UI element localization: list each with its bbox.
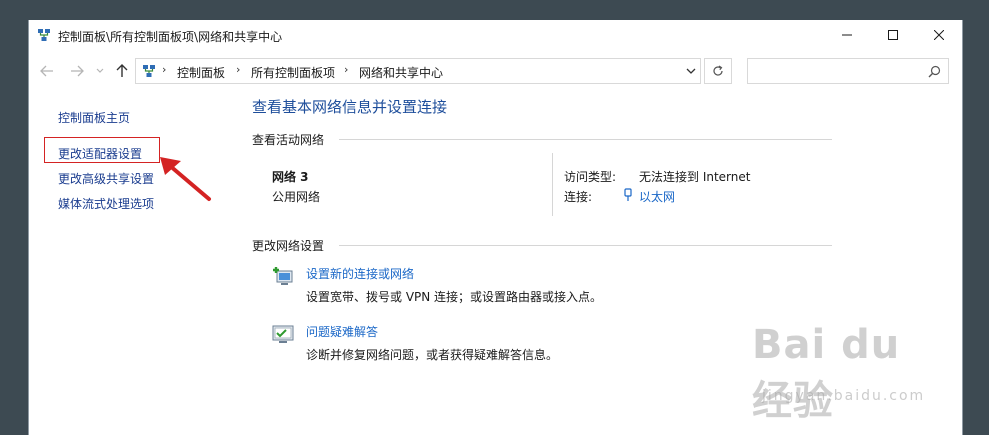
arrow-right-icon — [71, 65, 84, 77]
media-streaming-options-link[interactable]: 媒体流式处理选项 — [58, 195, 154, 212]
change-settings-header: 更改网络设置 — [252, 239, 325, 253]
new-connection-icon — [273, 267, 293, 285]
network-type-link[interactable]: 公用网络 — [272, 188, 320, 205]
minimize-button[interactable] — [824, 20, 870, 50]
breadcrumb-control-panel[interactable]: 控制面板 — [177, 64, 225, 81]
breadcrumb-separator-icon[interactable]: › — [162, 63, 166, 76]
breadcrumb-separator-icon[interactable]: › — [344, 63, 348, 76]
troubleshoot-desc: 诊断并修复网络问题，或者获得疑难解答信息。 — [306, 348, 559, 362]
breadcrumb-separator-icon[interactable]: › — [236, 63, 240, 76]
troubleshoot-icon — [272, 325, 294, 343]
setup-new-connection-desc: 设置宽带、拨号或 VPN 连接；或设置路由器或接入点。 — [306, 290, 603, 304]
ethernet-link[interactable]: 以太网 — [639, 188, 675, 205]
up-button[interactable] — [112, 61, 132, 81]
search-input[interactable] — [752, 62, 926, 82]
control-panel-home-link[interactable]: 控制面板主页 — [58, 109, 130, 126]
forward-button[interactable] — [67, 61, 87, 81]
ethernet-icon — [624, 188, 632, 201]
back-button[interactable] — [37, 61, 57, 81]
search-icon[interactable] — [928, 65, 941, 78]
title-bar[interactable]: 控制面板\所有控制面板项\网络和共享中心 — [29, 20, 962, 50]
search-box[interactable] — [747, 58, 949, 84]
maximize-button[interactable] — [870, 20, 916, 50]
close-icon — [934, 30, 944, 40]
address-bar[interactable]: › 控制面板 › 所有控制面板项 › 网络和共享中心 — [135, 58, 701, 84]
arrow-up-icon — [116, 64, 128, 77]
breadcrumb-network-center[interactable]: 网络和共享中心 — [359, 64, 443, 81]
change-adapter-settings-link[interactable]: 更改适配器设置 — [58, 145, 142, 162]
refresh-icon — [713, 65, 723, 76]
breadcrumb-all-items[interactable]: 所有控制面板项 — [251, 64, 335, 81]
task-pane: 控制面板主页 更改适配器设置 更改高级共享设置 媒体流式处理选项 — [29, 89, 244, 435]
section-divider — [339, 245, 832, 246]
navigation-bar: › 控制面板 › 所有控制面板项 › 网络和共享中心 — [29, 55, 962, 89]
minimize-icon — [842, 34, 852, 36]
setup-new-connection-link[interactable]: 设置新的连接或网络 — [306, 265, 414, 282]
network-center-icon — [143, 65, 155, 77]
maximize-icon — [888, 30, 898, 40]
troubleshoot-link[interactable]: 问题疑难解答 — [306, 323, 378, 340]
arrow-left-icon — [40, 65, 53, 77]
network-name: 网络 3 — [272, 170, 309, 184]
watermark-logo-text: Bai du 经验 — [752, 322, 901, 424]
section-divider — [339, 139, 832, 140]
red-arrow-icon — [160, 157, 211, 201]
page-title: 查看基本网络信息并设置连接 — [252, 98, 448, 116]
watermark-url: jingyan.baidu.com — [762, 388, 926, 404]
chevron-down-icon — [96, 68, 104, 73]
baidu-jingyan-watermark: Bai du 经验 jingyan.baidu.com — [752, 322, 942, 424]
chevron-down-icon[interactable] — [684, 64, 698, 78]
recent-locations-button[interactable] — [93, 61, 107, 81]
change-advanced-sharing-link[interactable]: 更改高级共享设置 — [58, 170, 154, 187]
vertical-divider — [552, 153, 553, 216]
window-title: 控制面板\所有控制面板项\网络和共享中心 — [58, 30, 283, 44]
access-type-label: 访问类型: — [564, 170, 617, 184]
close-button[interactable] — [916, 20, 962, 50]
active-networks-header: 查看活动网络 — [252, 133, 325, 147]
network-center-icon — [38, 29, 50, 41]
access-type-value: 无法连接到 Internet — [639, 170, 751, 184]
connection-label: 连接: — [564, 190, 593, 204]
refresh-button[interactable] — [704, 58, 732, 84]
